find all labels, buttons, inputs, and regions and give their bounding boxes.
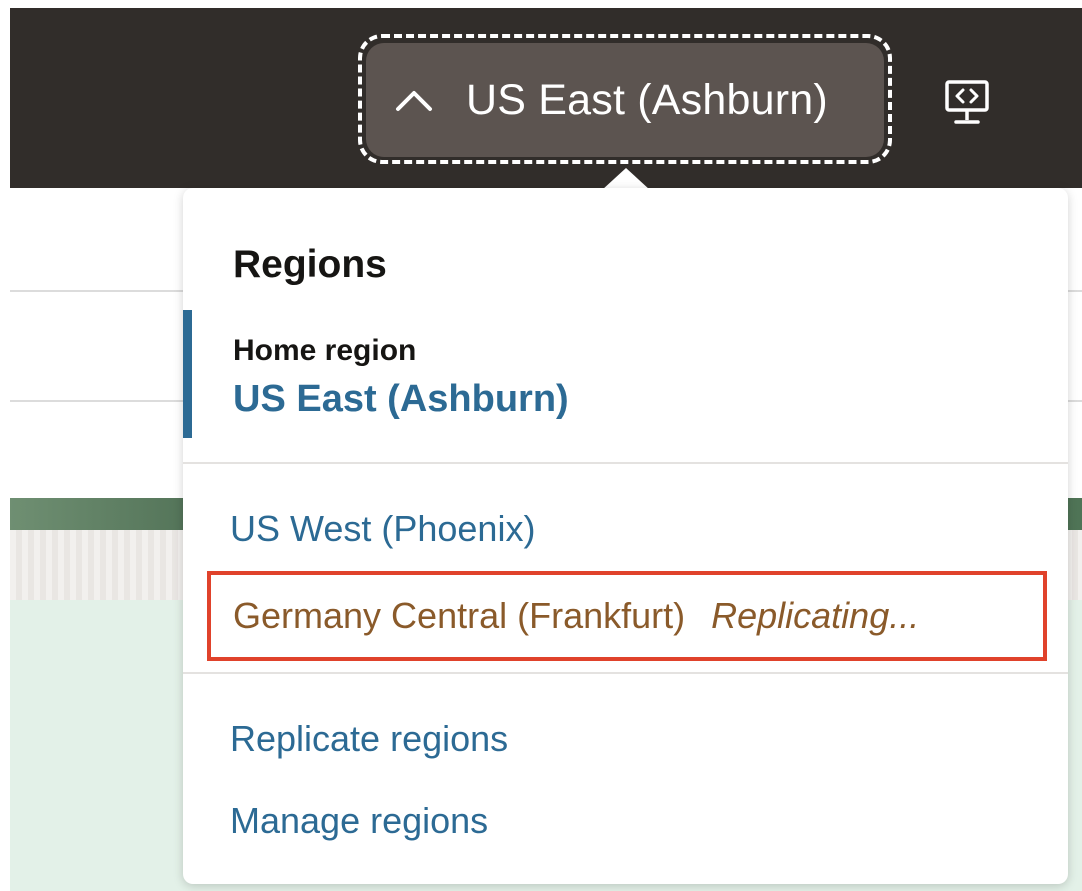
- region-item-us-west-phoenix[interactable]: US West (Phoenix): [230, 508, 535, 550]
- screen: US East (Ashburn) Regions Home region US…: [0, 0, 1082, 891]
- menu-divider: [183, 462, 1068, 464]
- popup-pointer: [602, 168, 650, 190]
- home-region-accent-bar: [183, 310, 192, 438]
- region-selector-label: US East (Ashburn): [466, 75, 828, 124]
- region-selector-button[interactable]: US East (Ashburn): [366, 43, 884, 157]
- regions-dropdown: Regions Home region US East (Ashburn) US…: [183, 188, 1068, 884]
- replicating-status: Replicating...: [711, 595, 920, 636]
- region-item-germany-central-frankfurt[interactable]: Germany Central (Frankfurt) Replicating.…: [207, 571, 1047, 661]
- replicating-region-name: Germany Central (Frankfurt): [233, 595, 686, 636]
- replicate-regions-link[interactable]: Replicate regions: [230, 718, 508, 760]
- home-region-label: Home region: [233, 334, 417, 367]
- chevron-up-icon: [392, 80, 436, 120]
- developer-tools-icon[interactable]: [934, 70, 1000, 136]
- manage-regions-link[interactable]: Manage regions: [230, 800, 488, 842]
- menu-divider: [183, 672, 1068, 674]
- regions-title: Regions: [233, 243, 387, 286]
- home-region-value[interactable]: US East (Ashburn): [233, 378, 569, 421]
